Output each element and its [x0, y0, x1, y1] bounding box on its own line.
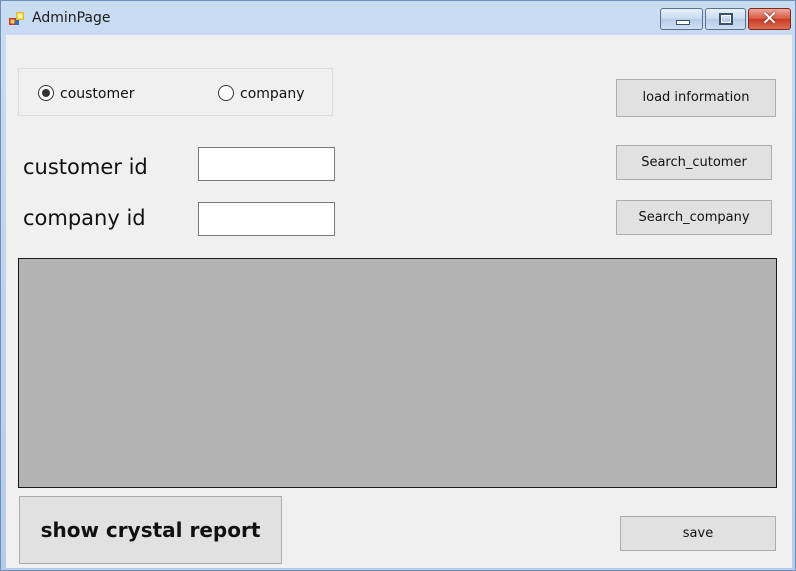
search-customer-button[interactable]: Search_cutomer — [616, 145, 772, 180]
show-crystal-report-button[interactable]: show crystal report — [19, 496, 282, 564]
minimize-button[interactable] — [660, 8, 703, 30]
save-button[interactable]: save — [620, 516, 776, 551]
radio-coustomer[interactable] — [38, 85, 54, 101]
save-label: save — [682, 526, 714, 541]
maximize-button[interactable] — [705, 8, 746, 30]
close-button[interactable]: ✕ — [748, 6, 791, 30]
company-id-input[interactable] — [198, 202, 335, 236]
load-information-button[interactable]: load information — [616, 79, 776, 117]
search-company-label: Search_company — [638, 210, 750, 225]
load-information-label: load information — [642, 90, 750, 105]
window-title: AdminPage — [32, 10, 111, 26]
app-icon — [9, 12, 24, 25]
form-client-area: coustomer company load information custo… — [6, 35, 792, 568]
minimize-icon — [676, 20, 690, 25]
radio-company-label[interactable]: company — [240, 86, 305, 102]
show-crystal-report-label: show crystal report — [40, 518, 261, 542]
radio-coustomer-label[interactable]: coustomer — [60, 86, 135, 102]
search-customer-label: Search_cutomer — [641, 155, 747, 170]
customer-company-radio-group: coustomer company — [18, 68, 333, 116]
radio-selected-dot — [42, 89, 50, 97]
customer-id-label: customer id — [23, 155, 148, 179]
admin-page-window: AdminPage ✕ coustomer company load infor… — [0, 0, 796, 571]
radio-company[interactable] — [218, 85, 234, 101]
title-bar[interactable]: AdminPage ✕ — [1, 1, 796, 35]
customer-id-input[interactable] — [198, 147, 335, 181]
company-id-label: company id — [23, 206, 146, 230]
data-grid-view[interactable] — [18, 258, 777, 488]
close-icon: ✕ — [761, 6, 778, 30]
maximize-icon — [719, 13, 733, 25]
search-company-button[interactable]: Search_company — [616, 200, 772, 235]
